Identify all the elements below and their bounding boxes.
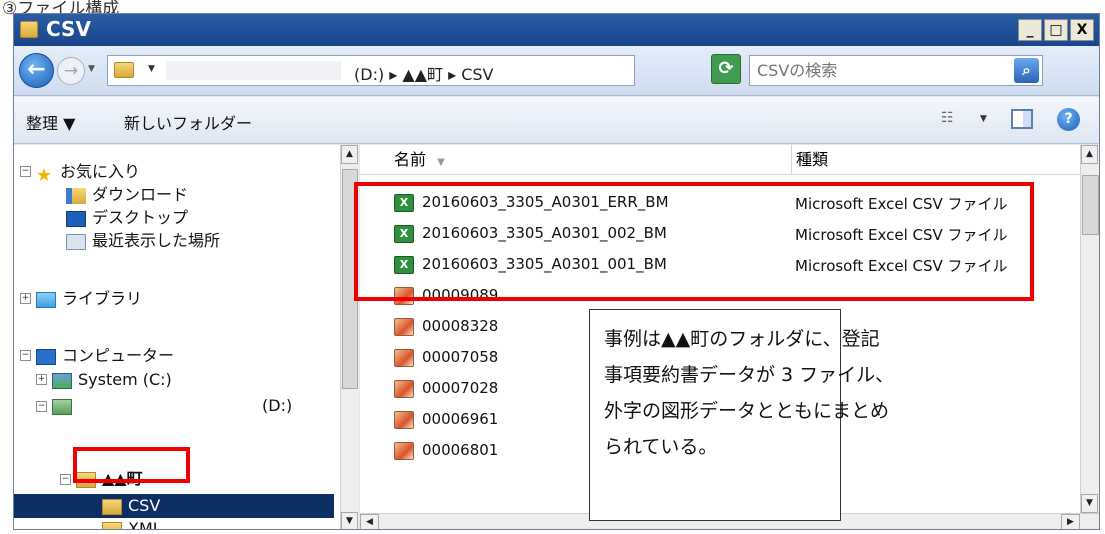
file-name: 00007028 [422,379,499,397]
callout-line: 事項要約書データが 3 ファイル、 [604,364,895,386]
scroll-right-icon[interactable]: ▶ [1061,514,1080,529]
nav-label: (D:) [262,396,293,415]
desktop-icon [66,210,86,227]
nav-label: コンピューター [62,346,175,365]
scroll-left-icon[interactable]: ◀ [360,514,379,529]
callout-line: られている。 [604,436,718,458]
nav-system-drive[interactable]: System (C:) [52,369,172,391]
callout-line: 事例は▲▲町のフォルダに、登記 [604,328,880,350]
collapse-icon[interactable]: − [60,474,71,485]
annotation-callout: 事例は▲▲町のフォルダに、登記 事項要約書データが 3 ファイル、 外字の図形デ… [589,309,895,521]
search-box[interactable]: ⌕ [749,55,1043,86]
nav-d-drive[interactable]: (D:) [52,395,342,417]
title-bar[interactable]: CSV _ □ X [14,14,1099,46]
nav-label: お気に入り [60,162,141,181]
nav-label: 最近表示した場所 [92,231,221,250]
back-button[interactable]: ← [19,53,54,88]
collapse-icon[interactable]: − [20,166,31,177]
nav-label: ライブラリ [62,289,143,308]
sort-icon: ▼ [437,157,445,168]
nav-label: CSV [128,496,161,515]
nav-label: XML [128,519,162,530]
nav-downloads[interactable]: ダウンロード [66,184,188,206]
callout-line: 外字の図形データとともにまとめ [604,400,890,422]
downloads-folder-icon [66,187,86,204]
nav-recent[interactable]: 最近表示した場所 [66,230,220,252]
file-list-scrollbar[interactable]: ▲ ▼ [1080,145,1099,513]
organize-button[interactable]: 整理 ▼ [26,110,75,134]
image-file-icon [394,442,414,460]
file-name: 00007058 [422,348,499,366]
network-drive-icon [52,398,72,415]
column-header-type[interactable]: 種類 [792,145,1080,175]
highlight-box-town-folder [73,447,190,483]
scroll-down-icon[interactable]: ▼ [1081,494,1098,513]
image-file-icon [394,349,414,367]
preview-pane-icon[interactable] [1011,109,1033,129]
computer-icon [36,348,56,365]
new-folder-button[interactable]: 新しいフォルダー [124,110,252,134]
nav-computer[interactable]: コンピューター [36,345,174,367]
close-button[interactable]: X [1070,19,1094,41]
nav-desktop[interactable]: デスクトップ [66,207,188,229]
nav-label: デスクトップ [92,208,189,227]
address-bar: ← → ▼ ▼ (D:) ▸ ▲▲町 ▸ CSV ▼ ⟳ ⌕ [14,46,1099,96]
scroll-up-icon[interactable]: ▲ [341,145,358,164]
breadcrumb-path[interactable]: (D:) ▸ ▲▲町 ▸ CSV [354,61,494,85]
redacted-path [166,61,341,80]
column-label: 種類 [796,150,829,169]
command-bar: 整理 ▼ 新しいフォルダー ☷ ▼ ? [14,97,1099,144]
highlight-box-csv-files [354,182,1034,301]
collapse-icon[interactable]: − [20,350,31,361]
chevron-down-icon[interactable]: ▼ [148,64,155,74]
collapse-icon[interactable]: − [36,401,47,412]
folder-icon [114,62,134,78]
folder-icon [102,521,122,529]
file-name: 00006801 [422,441,499,459]
image-file-icon [394,318,414,336]
forward-button[interactable]: → [57,57,85,85]
breadcrumb[interactable]: ▼ (D:) ▸ ▲▲町 ▸ CSV ▼ [107,55,787,86]
history-dropdown-icon[interactable]: ▼ [88,64,95,74]
nav-libraries[interactable]: ライブラリ [36,288,142,310]
windows-drive-icon [52,372,72,389]
scroll-up-icon[interactable]: ▲ [1081,145,1098,164]
scrollbar-thumb[interactable] [1082,175,1099,235]
column-header-name[interactable]: 名前 ▼ [360,145,792,175]
column-label: 名前 [394,150,427,169]
file-name: 00006961 [422,410,499,428]
folder-icon [102,498,122,515]
file-name: 00008328 [422,317,499,335]
view-dropdown-icon[interactable]: ▼ [980,114,987,124]
window-controls: _ □ X [1018,19,1094,41]
search-input[interactable] [751,57,1001,84]
library-icon [36,291,56,308]
expand-icon[interactable]: + [36,374,47,385]
selected-row-highlight [14,494,334,518]
nav-label: System (C:) [78,370,172,389]
recent-places-icon [66,233,86,250]
expand-icon[interactable]: + [20,293,31,304]
nav-label: ダウンロード [92,185,189,204]
image-file-icon [394,411,414,429]
maximize-button[interactable]: □ [1044,19,1068,41]
refresh-button[interactable]: ⟳ [711,54,741,84]
nav-favorites[interactable]: ★ お気に入り [36,161,141,186]
minimize-button[interactable]: _ [1018,19,1042,41]
nav-xml-folder[interactable]: XML [102,518,162,530]
view-options-icon[interactable]: ☷ [941,110,961,128]
star-icon: ★ [36,164,53,186]
help-icon[interactable]: ? [1057,108,1080,131]
nav-csv-folder[interactable]: CSV [102,495,160,517]
window-title: CSV [46,17,91,41]
image-file-icon [394,380,414,398]
scroll-down-icon[interactable]: ▼ [341,512,358,529]
search-icon[interactable]: ⌕ [1014,58,1039,83]
folder-icon [20,21,38,38]
